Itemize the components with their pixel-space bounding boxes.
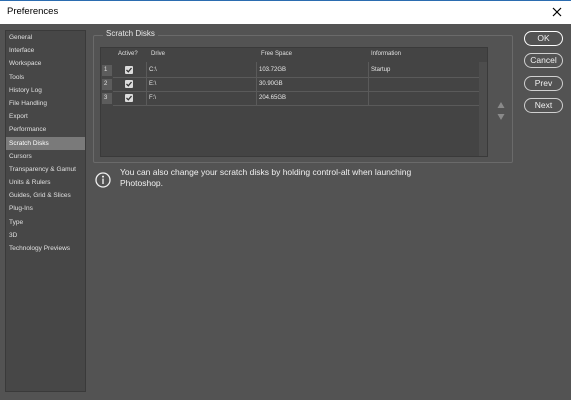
ok-button[interactable]: OK xyxy=(524,31,563,46)
checkmark-icon xyxy=(126,67,132,73)
free-space-cell: 30.90GB xyxy=(259,81,283,87)
column-header-free-space: Free Space xyxy=(261,51,293,57)
sidebar-item-tools[interactable]: Tools xyxy=(6,71,85,84)
move-up-icon[interactable] xyxy=(497,94,505,108)
table-row[interactable]: 2 E:\ 30.90GB xyxy=(101,78,479,91)
active-checkbox[interactable] xyxy=(125,94,133,102)
table-header: Active? Drive Free Space Information xyxy=(101,48,487,62)
sidebar-item-history-log[interactable]: History Log xyxy=(6,84,85,97)
table-row[interactable]: 1 C:\ 103.72GB Startup xyxy=(101,64,479,77)
move-down-icon[interactable] xyxy=(497,106,505,120)
next-button[interactable]: Next xyxy=(524,98,563,113)
drive-cell: F:\ xyxy=(149,95,156,101)
sidebar-item-performance[interactable]: Performance xyxy=(6,123,85,136)
window-titlebar: Preferences xyxy=(0,0,571,24)
row-number: 3 xyxy=(102,93,112,104)
column-header-information: Information xyxy=(371,51,402,57)
sidebar-item-scratch-disks[interactable]: Scratch Disks xyxy=(6,136,85,150)
sidebar-item-units-rulers[interactable]: Units & Rulers xyxy=(6,176,85,189)
checkmark-icon xyxy=(126,81,132,87)
checkmark-icon xyxy=(126,95,132,101)
row-number: 2 xyxy=(102,79,112,90)
sidebar-item-cursors[interactable]: Cursors xyxy=(6,150,85,163)
drive-cell: C:\ xyxy=(149,67,157,73)
table-scrollbar[interactable] xyxy=(479,62,487,156)
preferences-sidebar: General Interface Workspace Tools Histor… xyxy=(5,30,86,392)
sidebar-item-type[interactable]: Type xyxy=(6,216,85,229)
sidebar-item-technology-previews[interactable]: Technology Previews xyxy=(6,242,85,255)
row-number: 1 xyxy=(102,65,112,76)
active-checkbox[interactable] xyxy=(125,66,133,74)
sidebar-item-file-handling[interactable]: File Handling xyxy=(6,97,85,110)
row-divider xyxy=(113,105,479,106)
column-header-drive: Drive xyxy=(151,51,166,57)
sidebar-item-guides-grid-slices[interactable]: Guides, Grid & Slices xyxy=(6,189,85,202)
cancel-button[interactable]: Cancel xyxy=(524,53,563,68)
active-checkbox[interactable] xyxy=(125,80,133,88)
sidebar-item-general[interactable]: General xyxy=(6,31,85,44)
drive-cell: E:\ xyxy=(149,81,157,87)
column-header-active: Active? xyxy=(118,51,138,57)
scratch-disks-table: Active? Drive Free Space Information 1 C… xyxy=(100,47,488,157)
table-row[interactable]: 3 F:\ 204.65GB xyxy=(101,92,479,105)
sidebar-item-workspace[interactable]: Workspace xyxy=(6,57,85,70)
sidebar-item-interface[interactable]: Interface xyxy=(6,44,85,57)
free-space-cell: 103.72GB xyxy=(259,67,287,73)
prev-button[interactable]: Prev xyxy=(524,76,563,91)
window-title: Preferences xyxy=(7,6,59,17)
sidebar-item-plug-ins[interactable]: Plug-Ins xyxy=(6,202,85,215)
sidebar-item-export[interactable]: Export xyxy=(6,110,85,123)
free-space-cell: 204.65GB xyxy=(259,95,287,101)
sidebar-item-3d[interactable]: 3D xyxy=(6,229,85,242)
close-icon[interactable] xyxy=(550,4,564,18)
information-cell: Startup xyxy=(371,67,391,73)
scratch-disks-group-title: Scratch Disks xyxy=(103,29,158,38)
info-icon xyxy=(95,172,111,188)
sidebar-item-transparency-gamut[interactable]: Transparency & Gamut xyxy=(6,163,85,176)
info-message: You can also change your scratch disks b… xyxy=(120,167,412,188)
